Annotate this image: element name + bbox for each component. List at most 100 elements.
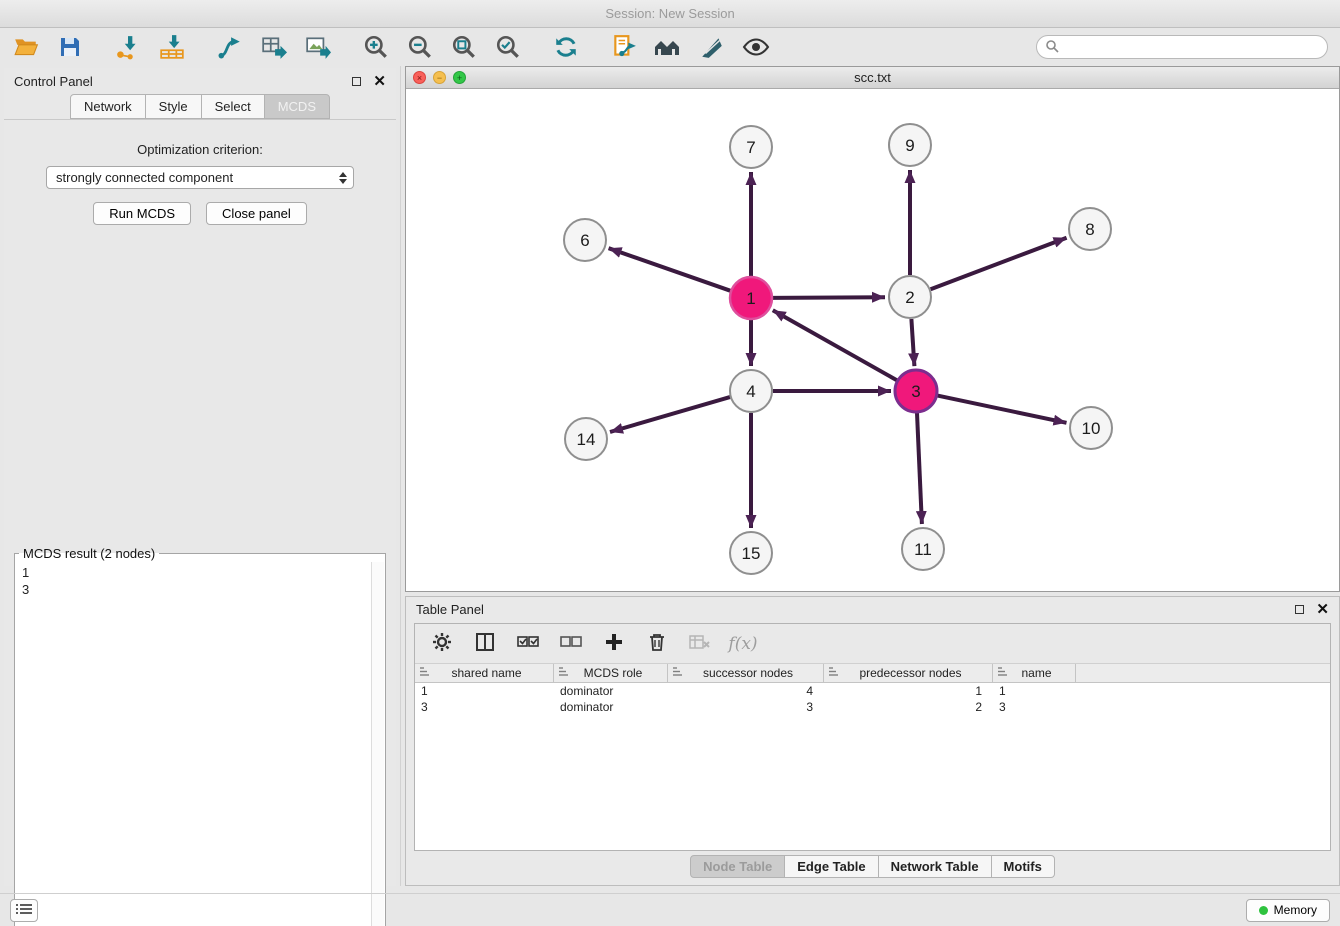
import-table-icon [159, 34, 185, 60]
zoom-fit-button[interactable] [446, 31, 482, 63]
table-cell[interactable]: dominator [554, 683, 668, 699]
edge-3-11[interactable] [917, 413, 922, 524]
home-button[interactable] [650, 31, 686, 63]
export-image-button[interactable] [300, 31, 336, 63]
table-cell[interactable]: dominator [554, 699, 668, 715]
open-folder-icon [13, 34, 39, 60]
tab-edge-table[interactable]: Edge Table [784, 855, 878, 878]
window-title: Session: New Session [605, 6, 734, 21]
edge-1-6[interactable] [609, 248, 731, 291]
tab-network-table[interactable]: Network Table [878, 855, 992, 878]
edge-4-14[interactable] [610, 397, 730, 432]
table-panel: Table Panel ✕ [405, 596, 1340, 886]
table-settings-button[interactable] [429, 631, 455, 657]
close-panel-button[interactable]: Close panel [206, 202, 307, 225]
table-cell[interactable]: 1 [415, 683, 554, 699]
tab-node-table[interactable]: Node Table [690, 855, 785, 878]
control-panel: Control Panel ✕ Network Style Select MCD… [4, 68, 396, 886]
node-7[interactable]: 7 [730, 126, 772, 168]
window-close-icon[interactable]: × [413, 71, 426, 84]
network-window-titlebar: × − + scc.txt [406, 67, 1339, 89]
table-cell[interactable]: 3 [993, 699, 1076, 715]
criterion-dropdown[interactable]: strongly connected component [46, 166, 354, 189]
node-6[interactable]: 6 [564, 219, 606, 261]
clone-network-button[interactable] [606, 31, 642, 63]
node-11[interactable]: 11 [902, 528, 944, 570]
import-table-button[interactable] [154, 31, 190, 63]
table-cell[interactable]: 4 [668, 683, 824, 699]
node-3[interactable]: 3 [895, 370, 937, 412]
window-minimize-icon[interactable]: − [433, 71, 446, 84]
tab-style[interactable]: Style [145, 94, 202, 119]
tab-network[interactable]: Network [70, 94, 146, 119]
column-header-mcds-role[interactable]: MCDS role [554, 664, 668, 682]
result-scrollbar[interactable] [371, 562, 384, 926]
import-network-icon [115, 34, 141, 60]
close-panel-icon[interactable]: ✕ [373, 74, 386, 89]
column-header-predecessor-nodes[interactable]: predecessor nodes [824, 664, 993, 682]
network-canvas[interactable]: 7 9 6 8 1 2 4 3 14 10 15 11 [406, 89, 1339, 591]
node-2[interactable]: 2 [889, 276, 931, 318]
node-1[interactable]: 1 [730, 277, 772, 319]
tab-motifs[interactable]: Motifs [991, 855, 1055, 878]
edge-3-1[interactable] [773, 310, 897, 380]
deselect-all-button[interactable] [558, 631, 584, 657]
select-all-button[interactable] [515, 631, 541, 657]
float-table-panel-icon[interactable] [1295, 605, 1304, 614]
float-panel-icon[interactable] [352, 77, 361, 86]
window-maximize-icon[interactable]: + [453, 71, 466, 84]
node-10[interactable]: 10 [1070, 407, 1112, 449]
search-box[interactable] [1036, 35, 1328, 59]
mcds-result-item[interactable]: 3 [22, 581, 364, 598]
task-history-button[interactable] [10, 899, 38, 922]
table-cell[interactable]: 1 [993, 683, 1076, 699]
close-table-panel-icon[interactable]: ✕ [1316, 602, 1329, 617]
refresh-button[interactable] [548, 31, 584, 63]
function-builder-button[interactable]: f(x) [730, 631, 756, 657]
edge-2-3[interactable] [911, 319, 914, 366]
mcds-result-item[interactable]: 1 [22, 564, 364, 581]
table-cell[interactable]: 2 [824, 699, 993, 715]
show-graphics-button[interactable] [738, 31, 774, 63]
import-network-button[interactable] [110, 31, 146, 63]
table-cell[interactable]: 1 [824, 683, 993, 699]
run-mcds-button[interactable]: Run MCDS [93, 202, 191, 225]
control-panel-tabs: Network Style Select MCDS [4, 94, 396, 119]
delete-table-button[interactable] [687, 631, 713, 657]
zoom-selected-button[interactable] [490, 31, 526, 63]
table-cell[interactable]: 3 [668, 699, 824, 715]
apply-style-button[interactable] [694, 31, 730, 63]
node-9[interactable]: 9 [889, 124, 931, 166]
edge-2-8[interactable] [931, 238, 1067, 289]
panel-splitter[interactable] [396, 66, 405, 886]
plus-icon [604, 632, 624, 655]
open-file-button[interactable] [8, 31, 44, 63]
node-14[interactable]: 14 [565, 418, 607, 460]
table-row[interactable]: 3 dominator 3 2 3 [415, 699, 1330, 715]
column-header-successor-nodes[interactable]: successor nodes [668, 664, 824, 682]
node-4[interactable]: 4 [730, 370, 772, 412]
column-header-shared-name[interactable]: shared name [415, 664, 554, 682]
table-row[interactable]: 1 dominator 4 1 1 [415, 683, 1330, 699]
table-cell[interactable]: 3 [415, 699, 554, 715]
unchecked-boxes-icon [560, 635, 582, 652]
zoom-in-button[interactable] [358, 31, 394, 63]
memory-button[interactable]: Memory [1246, 899, 1330, 922]
node-label: 11 [914, 540, 932, 559]
new-network-button[interactable] [212, 31, 248, 63]
column-header-name[interactable]: name [993, 664, 1076, 682]
node-8[interactable]: 8 [1069, 208, 1111, 250]
delete-column-button[interactable] [644, 631, 670, 657]
save-button[interactable] [52, 31, 88, 63]
add-column-button[interactable] [601, 631, 627, 657]
zoom-out-button[interactable] [402, 31, 438, 63]
tab-select[interactable]: Select [201, 94, 265, 119]
tab-mcds[interactable]: MCDS [264, 94, 330, 119]
edge-1-2[interactable] [773, 297, 885, 298]
table-arrow-icon [261, 34, 287, 60]
node-15[interactable]: 15 [730, 532, 772, 574]
show-columns-button[interactable] [472, 631, 498, 657]
edge-3-10[interactable] [938, 396, 1067, 423]
search-input[interactable] [1059, 40, 1319, 55]
new-table-button[interactable] [256, 31, 292, 63]
